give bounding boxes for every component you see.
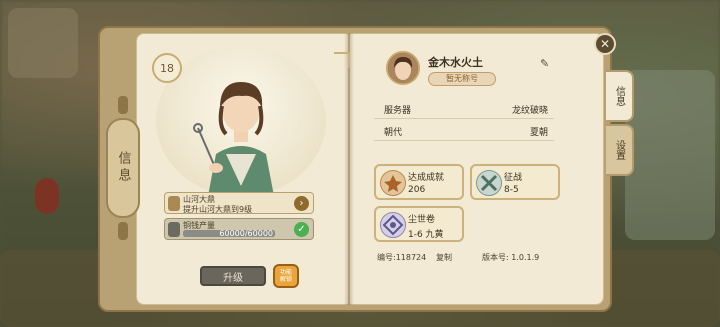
battle-icon	[476, 170, 502, 196]
info-value: 夏朝	[529, 128, 548, 138]
upgrade-button[interactable]: 升级	[200, 266, 266, 286]
progress-text: 60000/60000	[219, 229, 273, 238]
avatar-face-icon	[388, 53, 418, 83]
info-key: 服务器	[384, 106, 412, 116]
cauldron-icon	[168, 196, 180, 211]
player-name: 金木水火土	[428, 56, 483, 69]
tab-info[interactable]: 信息	[606, 70, 634, 122]
tab-info-left-label: 信息	[115, 151, 131, 185]
edit-pen-icon[interactable]: ✎	[540, 57, 549, 70]
info-row-dynasty: 朝代 夏朝	[374, 120, 554, 141]
stat-world-scroll[interactable]: 尘世卷 1-6 九黄	[374, 206, 464, 242]
stat-value: 8-5	[504, 185, 519, 195]
unlock-label-2: 解锁	[279, 276, 292, 283]
stat-label: 尘世卷	[408, 215, 436, 225]
task-description: 提升山河大鼎到9级	[183, 205, 253, 214]
copy-id-link[interactable]: 复制	[436, 252, 452, 263]
tab-info-label: 信息	[613, 86, 625, 106]
tab-rope-top	[118, 96, 128, 114]
tab-settings-label: 设置	[613, 140, 625, 160]
tab-info-left[interactable]: 信息	[106, 118, 140, 218]
achievement-icon	[380, 170, 406, 196]
task-upgrade-cauldron[interactable]: 山河大鼎 提升山河大鼎到9级 ›	[164, 192, 314, 214]
title-badge[interactable]: 暂无称号	[428, 72, 496, 86]
level-badge: 18	[152, 53, 182, 83]
version-number: 版本号: 1.0.1.9	[482, 253, 540, 262]
tab-settings[interactable]: 设置	[606, 124, 634, 176]
profile-book: 信息 18 暂无特殊称号 山河大鼎 提升山河大鼎到9级 › 铜钱产量 60000…	[98, 26, 612, 312]
stat-achievements[interactable]: 达成成就 206	[374, 164, 464, 200]
scroll-icon	[380, 212, 406, 238]
stat-value: 206	[408, 185, 426, 195]
check-icon: ✓	[294, 222, 309, 237]
avatar[interactable]	[386, 51, 420, 85]
info-key: 朝代	[384, 128, 403, 138]
feature-unlock-button[interactable]: 功能 解锁	[273, 264, 299, 288]
info-row-server: 服务器 龙纹破晓	[374, 98, 554, 119]
info-value: 龙纹破晓	[511, 106, 548, 116]
task-copper-output: 铜钱产量 60000/60000 ✓	[164, 218, 314, 240]
corner-ornament	[334, 52, 350, 68]
stat-label: 达成成就	[408, 173, 445, 183]
tab-rope-bottom	[118, 222, 128, 240]
progress-bar: 60000/60000	[183, 229, 275, 238]
stat-value: 1-6 九黄	[408, 230, 444, 240]
close-icon[interactable]: ✕	[594, 33, 616, 55]
player-id: 编号:118724	[377, 253, 427, 262]
stat-label: 征战	[504, 173, 523, 183]
go-arrow-icon[interactable]: ›	[294, 196, 309, 211]
level-value: 18	[160, 61, 174, 75]
book-spine	[344, 33, 354, 305]
stat-battle[interactable]: 征战 8-5	[470, 164, 560, 200]
coin-icon	[168, 222, 180, 237]
unlock-label-1: 功能	[279, 269, 292, 276]
